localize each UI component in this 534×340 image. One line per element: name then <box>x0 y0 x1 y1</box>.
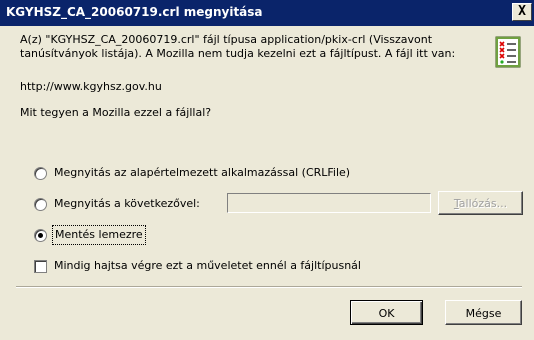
radio-button[interactable] <box>34 167 47 180</box>
radio-label: Megnyitás a következővel: <box>54 197 200 210</box>
question-text: Mit tegyen a Mozilla ezzel a fájllal? <box>20 106 212 119</box>
message-text: A(z) "KGYHSZ_CA_20060719.crl" fájl típus… <box>20 33 456 60</box>
window-title: KGYHSZ_CA_20060719.crl megnyitása <box>6 5 263 19</box>
close-icon: X <box>518 4 526 19</box>
browse-button: Tallózás... <box>438 191 523 215</box>
browse-label: allózás... <box>458 197 508 210</box>
separator <box>16 286 522 288</box>
ok-button[interactable]: OK <box>350 300 423 325</box>
radio-label: Megnyitás az alapértelmezett alkalmazáss… <box>54 166 351 179</box>
radio-button[interactable] <box>34 229 47 242</box>
certificate-list-icon <box>495 36 521 68</box>
file-url: http://www.kgyhsz.gov.hu <box>20 80 162 93</box>
always-do-label[interactable]: Mindig hajtsa végre ezt a műveletet enné… <box>54 258 361 274</box>
radio-label: Mentés lemezre <box>52 225 146 245</box>
application-field <box>227 193 431 213</box>
radio-button[interactable] <box>34 198 47 211</box>
title-bar[interactable]: KGYHSZ_CA_20060719.crl megnyitása X <box>0 0 534 26</box>
always-do-checkbox[interactable] <box>34 260 47 273</box>
close-button[interactable]: X <box>512 3 532 21</box>
cancel-button[interactable]: Mégse <box>445 300 522 325</box>
